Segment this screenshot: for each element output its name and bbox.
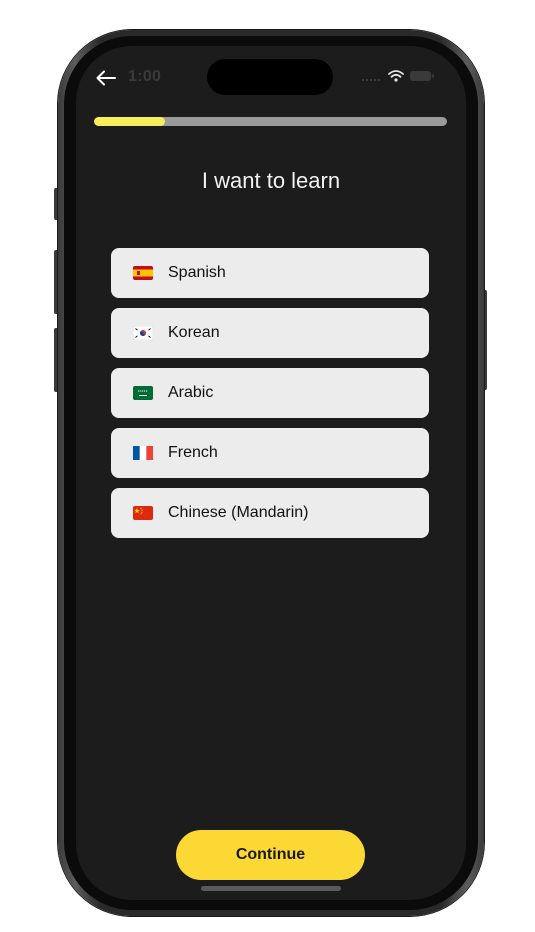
page-title: I want to learn (201, 168, 341, 193)
status-icons (362, 70, 434, 82)
korea-flag-icon (133, 326, 153, 340)
cellular-signal-icon (362, 79, 380, 81)
language-option-chinese-mandarin[interactable]: Chinese (Mandarin) (111, 488, 429, 538)
france-flag-icon (133, 446, 153, 460)
continue-button[interactable]: Continue (176, 830, 365, 880)
language-option-korean[interactable]: Korean (111, 308, 429, 358)
battery-icon (410, 71, 434, 81)
language-option-label: Arabic (168, 384, 214, 401)
onboarding-progress-bar (94, 117, 447, 126)
language-option-arabic[interactable]: Arabic (111, 368, 429, 418)
device-mockup: 1:00 I want to learn Spanish Korean Arab… (0, 0, 535, 932)
wifi-icon (388, 70, 404, 82)
language-option-label: French (168, 444, 218, 461)
language-option-label: Korean (168, 324, 220, 341)
language-option-label: Chinese (Mandarin) (168, 504, 309, 521)
china-flag-icon (133, 506, 153, 520)
arrow-left-icon (96, 70, 116, 86)
progress-fill (94, 117, 165, 126)
language-option-french[interactable]: French (111, 428, 429, 478)
language-option-label: Spanish (168, 264, 226, 281)
saudi-arabia-flag-icon (133, 386, 153, 400)
dynamic-island (207, 59, 333, 95)
status-time: 1:00 (128, 68, 162, 85)
language-option-list: Spanish Korean Arabic French Chinese (Ma… (111, 248, 429, 538)
spain-flag-icon (133, 266, 153, 280)
app-screen: 1:00 I want to learn Spanish Korean Arab… (76, 46, 466, 900)
language-option-spanish[interactable]: Spanish (111, 248, 429, 298)
home-indicator (201, 886, 341, 891)
back-button[interactable] (92, 64, 120, 92)
